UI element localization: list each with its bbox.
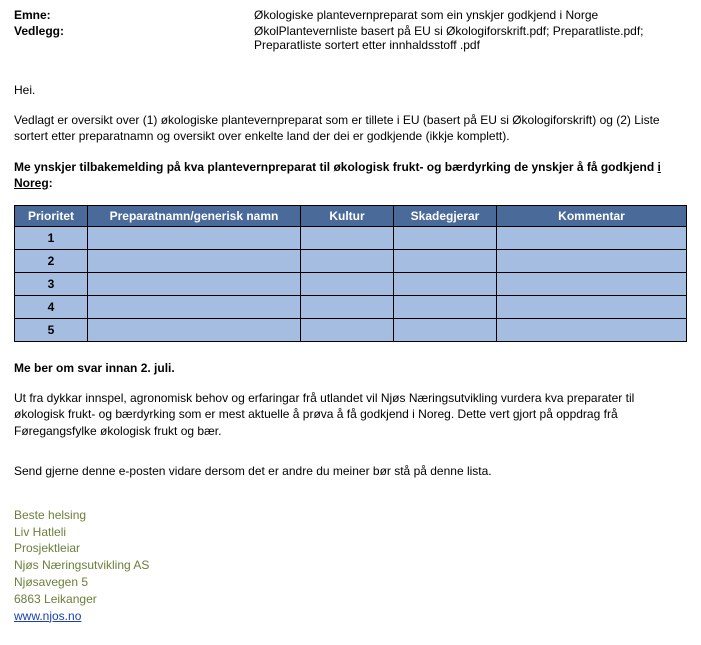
table-row: 3 — [15, 272, 687, 295]
cell-skad — [394, 249, 497, 272]
cell-komm — [497, 249, 687, 272]
para-lead-in: Me ynskjer tilbakemelding på kva plantev… — [14, 159, 687, 191]
para-intro: Vedlagt er oversikt over (1) økologiske … — [14, 112, 687, 144]
cell-prep — [88, 249, 301, 272]
table-row: 4 — [15, 295, 687, 318]
sig-street: Njøsavegen 5 — [14, 574, 687, 591]
sig-city: 6863 Leikanger — [14, 591, 687, 608]
cell-prep — [88, 272, 301, 295]
vedlegg-value: ØkolPlantevernliste basert på EU si Økol… — [254, 24, 687, 52]
cell-kult — [301, 249, 394, 272]
cell-prio: 2 — [15, 249, 88, 272]
cell-prio: 3 — [15, 272, 88, 295]
table-row: 1 — [15, 226, 687, 249]
para-forward: Send gjerne denne e-posten vidare dersom… — [14, 463, 687, 479]
cell-prio: 5 — [15, 318, 88, 341]
cell-komm — [497, 226, 687, 249]
cell-komm — [497, 318, 687, 341]
cell-komm — [497, 272, 687, 295]
sig-greeting: Beste helsing — [14, 507, 687, 524]
cell-kult — [301, 295, 394, 318]
cell-prio: 1 — [15, 226, 88, 249]
cell-kult — [301, 272, 394, 295]
emne-label: Emne: — [14, 8, 254, 22]
header-vedlegg: Vedlegg: ØkolPlantevernliste basert på E… — [14, 24, 687, 52]
cell-skad — [394, 318, 497, 341]
greeting: Hei. — [14, 82, 687, 98]
cell-kult — [301, 318, 394, 341]
vedlegg-label: Vedlegg: — [14, 24, 254, 52]
signature-block: Beste helsing Liv Hatleli Prosjektleiar … — [14, 507, 687, 625]
header-emne: Emne: Økologiske plantevernpreparat som … — [14, 8, 687, 22]
vedlegg-line2: Preparatliste sortert etter innhaldsstof… — [254, 38, 687, 52]
cell-prep — [88, 226, 301, 249]
sig-title: Prosjektleiar — [14, 540, 687, 557]
cell-komm — [497, 295, 687, 318]
cell-prep — [88, 295, 301, 318]
th-kommentar: Kommentar — [497, 205, 687, 226]
deadline: Me ber om svar innan 2. juli. — [14, 360, 687, 376]
sig-url-link[interactable]: www.njos.no — [14, 609, 81, 623]
cell-prio: 4 — [15, 295, 88, 318]
emne-value: Økologiske plantevernpreparat som ein yn… — [254, 8, 687, 22]
cell-prep — [88, 318, 301, 341]
preparat-table: Prioritet Preparatnamn/generisk namn Kul… — [14, 205, 687, 342]
table-row: 5 — [15, 318, 687, 341]
vedlegg-line1: ØkolPlantevernliste basert på EU si Økol… — [254, 24, 687, 38]
cell-skad — [394, 295, 497, 318]
th-preparat: Preparatnamn/generisk namn — [88, 205, 301, 226]
cell-kult — [301, 226, 394, 249]
th-kultur: Kultur — [301, 205, 394, 226]
sig-company: Njøs Næringsutvikling AS — [14, 557, 687, 574]
sig-name: Liv Hatleli — [14, 524, 687, 541]
th-prioritet: Prioritet — [15, 205, 88, 226]
table-row: 2 — [15, 249, 687, 272]
th-skadegjerar: Skadegjerar — [394, 205, 497, 226]
cell-skad — [394, 226, 497, 249]
cell-skad — [394, 272, 497, 295]
lead-in-colon: : — [49, 176, 53, 190]
lead-in-text: Me ynskjer tilbakemelding på kva plantev… — [14, 160, 658, 174]
para-followup: Ut fra dykkar innspel, agronomisk behov … — [14, 390, 687, 439]
